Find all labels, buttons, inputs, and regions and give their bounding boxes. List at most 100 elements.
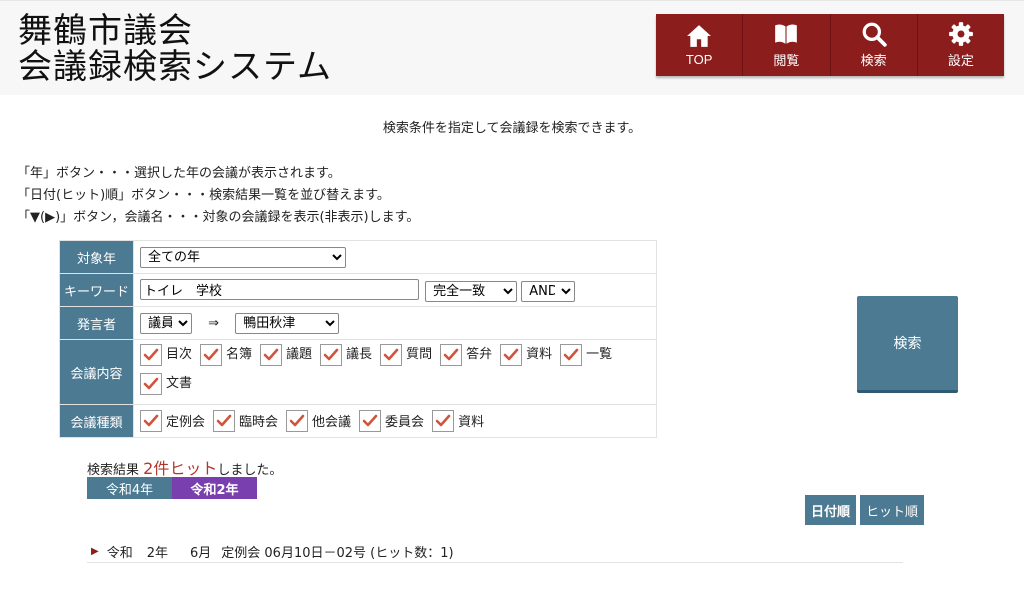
speaker-type-select[interactable]: 議員 [140, 312, 192, 334]
expand-triangle-icon[interactable]: ▶ [91, 546, 99, 557]
nav-settings[interactable]: 設定 [918, 14, 1004, 76]
content-checkbox-label: 一覧 [586, 347, 613, 362]
result-suffix: しました。 [217, 463, 283, 478]
result-title[interactable]: 定例会 06月10日－02号 (ヒット数：1) [221, 542, 453, 561]
help-line-sort: 「日付(ヒット)順」ボタン・・・検索結果一覧を並び替えます。 [17, 188, 390, 203]
nav-top[interactable]: TOP [656, 14, 744, 76]
keyword-label: キーワード [59, 273, 134, 307]
intro-text: 検索条件を指定して会議録を検索できます。 [382, 121, 642, 136]
logic-select[interactable]: AND [521, 280, 576, 302]
kind-checkbox-2[interactable]: 他会議 [286, 409, 352, 432]
check-icon[interactable] [380, 344, 403, 366]
content-checkbox-label: 目次 [166, 347, 193, 362]
nav-settings-label: 設定 [947, 53, 974, 68]
nav-search[interactable]: 検索 [831, 14, 918, 76]
sort-hit-button[interactable]: ヒット順 [860, 495, 925, 525]
check-icon[interactable] [213, 409, 236, 432]
check-icon[interactable] [560, 344, 583, 366]
content-checkbox-label: 資料 [526, 347, 553, 362]
content-checkbox-0[interactable]: 目次 [140, 343, 192, 367]
nav-browse-label: 閲覧 [773, 53, 800, 68]
year-button-r2[interactable]: 令和2年 [172, 477, 257, 499]
help-line-year: 「年」ボタン・・・選択した年の会議が表示されます。 [17, 166, 341, 181]
year-buttons: 令和4年 令和2年 [87, 477, 257, 499]
row-year: 対象年 全ての年 [59, 240, 657, 274]
check-icon[interactable] [432, 409, 455, 432]
content-checkbox-label: 議長 [346, 347, 373, 362]
row-speaker: 発言者 議員 ⇒ 鴨田秋津 [59, 306, 657, 340]
content-checkbox-2[interactable]: 議題 [260, 343, 312, 367]
content-checkbox-label: 名簿 [226, 347, 253, 362]
check-icon[interactable] [140, 409, 162, 432]
sort-buttons: 日付順 ヒット順 [805, 495, 925, 525]
content-checkbox-1[interactable]: 名簿 [200, 343, 252, 367]
kind-checkbox-label: 定例会 [166, 415, 206, 430]
nav-search-label: 検索 [860, 53, 887, 68]
check-icon[interactable] [140, 344, 162, 366]
row-keyword: キーワード 完全一致 AND [59, 273, 657, 307]
arrow-icon: ⇒ [208, 315, 220, 331]
help-line-toggle: 「▼(▶)」ボタン，会議名・・・対象の会議録を表示(非表示)します。 [17, 210, 420, 225]
check-icon[interactable] [500, 344, 523, 366]
year-label: 対象年 [59, 240, 134, 274]
year-select[interactable]: 全ての年 [140, 246, 346, 268]
kind-checkboxes: 定例会 臨時会 他会議 委員会 資料 [133, 404, 657, 438]
row-kind: 会議種類 定例会 臨時会 他会議 委員会 資料 [59, 404, 657, 438]
content-label: 会議内容 [59, 339, 134, 405]
result-era: 令和 [106, 545, 133, 561]
check-icon[interactable] [140, 373, 162, 395]
result-summary: 検索結果 2件ヒットしました。 [87, 455, 282, 479]
year-button-r4[interactable]: 令和4年 [87, 477, 172, 499]
result-year: 2年 [146, 545, 168, 561]
kind-checkbox-1[interactable]: 臨時会 [213, 409, 279, 432]
check-icon[interactable] [260, 344, 283, 366]
header: 舞鶴市議会 会議録検索システム TOP 閲覧 検索 設定 [0, 0, 1024, 95]
kind-checkbox-label: 他会議 [312, 415, 352, 430]
content-checkbox-label: 答弁 [466, 347, 493, 362]
result-row[interactable]: ▶ 令和 2年 6月 定例会 06月10日－02号 (ヒット数：1) [87, 540, 903, 563]
nav-browse[interactable]: 閲覧 [743, 14, 831, 76]
speaker-name-select[interactable]: 鴨田秋津 [235, 312, 340, 334]
check-icon[interactable] [200, 344, 223, 366]
search-icon [862, 22, 887, 47]
search-button[interactable]: 検索 [857, 296, 958, 393]
sort-date-button[interactable]: 日付順 [805, 495, 857, 525]
home-icon [687, 25, 712, 47]
content-checkboxes: 目次 名簿 議題 議長 質問 答弁 資料 一覧文書 [133, 339, 657, 405]
nav-top-label: TOP [685, 52, 713, 67]
site-logo[interactable]: 舞鶴市議会 会議録検索システム [18, 13, 332, 85]
content-checkbox-5[interactable]: 答弁 [440, 343, 492, 367]
kind-checkbox-label: 委員会 [385, 415, 425, 430]
match-select[interactable]: 完全一致 [425, 280, 518, 302]
content-checkbox-3[interactable]: 議長 [320, 343, 372, 367]
kind-checkbox-0[interactable]: 定例会 [140, 409, 206, 432]
keyword-input[interactable] [140, 278, 419, 300]
speaker-label: 発言者 [59, 306, 134, 340]
main-nav: TOP 閲覧 検索 設定 [656, 14, 1004, 76]
check-icon[interactable] [286, 409, 309, 432]
result-month: 6月 [190, 545, 212, 561]
check-icon[interactable] [440, 344, 463, 366]
kind-checkbox-label: 臨時会 [239, 415, 279, 430]
kind-checkbox-label: 資料 [458, 415, 485, 430]
row-content: 会議内容 目次 名簿 議題 議長 質問 答弁 資料 一覧文書 [59, 339, 657, 405]
site-title-line1: 舞鶴市議会 [18, 11, 193, 51]
book-icon [775, 24, 798, 44]
kind-checkbox-4[interactable]: 資料 [432, 409, 485, 432]
kind-checkbox-3[interactable]: 委員会 [359, 409, 425, 432]
result-hit-count: 2件ヒット [143, 459, 218, 478]
content-checkbox-8[interactable]: 文書 [140, 372, 192, 396]
content-checkbox-label: 質問 [406, 347, 433, 362]
check-icon[interactable] [320, 344, 343, 366]
content-checkbox-label: 議題 [286, 347, 313, 362]
help-text: 「年」ボタン・・・選択した年の会議が表示されます。 「日付(ヒット)順」ボタン・… [17, 163, 419, 229]
content-checkbox-label: 文書 [166, 376, 193, 391]
content-checkbox-7[interactable]: 一覧 [560, 343, 612, 367]
gear-icon [948, 22, 973, 46]
search-form: 対象年 全ての年 キーワード 完全一致 AND 発言者 議員 ⇒ 鴨田秋津 [59, 240, 657, 438]
content-checkbox-6[interactable]: 資料 [500, 343, 552, 367]
result-prefix: 検索結果 [87, 463, 140, 478]
kind-label: 会議種類 [59, 404, 134, 438]
content-checkbox-4[interactable]: 質問 [380, 343, 432, 367]
check-icon[interactable] [359, 409, 382, 432]
